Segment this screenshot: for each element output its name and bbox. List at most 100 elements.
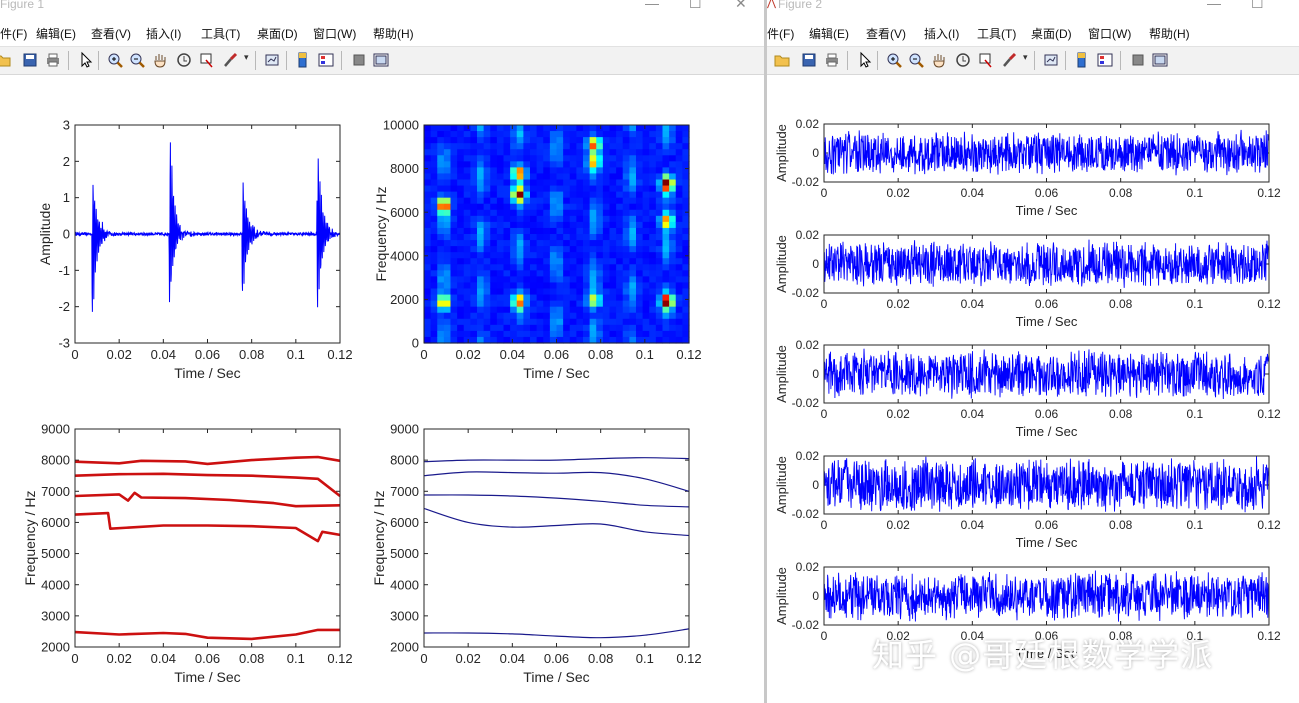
menu-item-7[interactable]: 帮助(H) (1149, 25, 1190, 42)
heatmap-cell (430, 294, 438, 302)
maximize-icon[interactable]: ☐ (1251, 0, 1264, 10)
open-file-icon[interactable] (773, 51, 791, 69)
brush-dropdown-icon[interactable]: ▾ (244, 52, 249, 63)
heatmap-cell (675, 215, 683, 223)
heatmap-cell (675, 234, 683, 241)
menu-item-1[interactable]: 编辑(E) (36, 25, 76, 42)
heatmap-cell (649, 173, 657, 181)
x-tick-label: 0.02 (107, 347, 132, 362)
heatmap-cell (629, 300, 637, 308)
menu-item-3[interactable]: 插入(I) (924, 25, 959, 42)
heatmap-cell (616, 282, 624, 290)
menu-item-3[interactable]: 插入(I) (146, 25, 181, 42)
heatmap-cell (536, 306, 544, 314)
menu-item-0[interactable]: 文件(F) (767, 25, 794, 42)
data-cursor-icon[interactable] (977, 51, 995, 69)
heatmap-cell (655, 191, 664, 199)
menu-item-2[interactable]: 查看(V) (866, 25, 906, 42)
menu-item-6[interactable]: 窗口(W) (1088, 25, 1131, 42)
data-cursor-icon[interactable] (198, 51, 216, 69)
pointer-icon[interactable] (856, 51, 874, 69)
rotate-3d-icon[interactable] (175, 51, 193, 69)
heatmap-cell (450, 185, 458, 193)
pan-hand-icon[interactable] (930, 51, 948, 69)
rotate-3d-icon[interactable] (954, 51, 972, 69)
minimize-icon[interactable]: — (645, 0, 659, 10)
heatmap-cell (457, 197, 465, 205)
heatmap-cell (523, 258, 531, 265)
maximize-icon[interactable]: ☐ (689, 0, 702, 10)
menu-item-1[interactable]: 编辑(E) (809, 25, 849, 42)
link-plot-icon[interactable] (1042, 51, 1060, 69)
menu-item-6[interactable]: 窗口(W) (313, 25, 356, 42)
menu-item-5[interactable]: 桌面(D) (1031, 25, 1072, 42)
pan-hand-icon[interactable] (151, 51, 169, 69)
print-icon[interactable] (44, 51, 62, 69)
legend-icon[interactable] (317, 51, 335, 69)
brush-icon[interactable] (1000, 51, 1018, 69)
zoom-out-icon[interactable] (128, 51, 146, 69)
heatmap-cell (463, 173, 471, 181)
heatmap-cell (450, 276, 458, 284)
heatmap-cell (549, 312, 558, 320)
heatmap-cell (516, 173, 524, 181)
heatmap-cell (622, 300, 630, 308)
colorbar-icon[interactable] (1073, 51, 1091, 69)
heatmap-cell (596, 227, 604, 235)
hide-plot-tools-icon[interactable] (350, 51, 368, 69)
heatmap-cell (483, 312, 491, 320)
heatmap-cell (576, 312, 584, 320)
save-icon[interactable] (800, 51, 818, 69)
heatmap-cell (483, 264, 491, 271)
heatmap-cell (596, 330, 604, 338)
show-plot-tools-icon[interactable] (1151, 51, 1169, 69)
heatmap-cell (636, 221, 644, 229)
zoom-out-icon[interactable] (907, 51, 925, 69)
heatmap-cell (523, 264, 531, 271)
heatmap-cell (496, 143, 505, 150)
legend-icon[interactable] (1096, 51, 1114, 69)
menu-item-5[interactable]: 桌面(D) (257, 25, 298, 42)
heatmap-cell (622, 191, 630, 199)
heatmap-cell (477, 252, 485, 259)
brush-dropdown-icon[interactable]: ▾ (1023, 52, 1028, 63)
show-plot-tools-icon[interactable] (372, 51, 390, 69)
heatmap-cell (457, 185, 465, 193)
menu-item-7[interactable]: 帮助(H) (373, 25, 414, 42)
heatmap-cell (655, 185, 664, 193)
heatmap-cell (430, 203, 438, 211)
heatmap-cell (563, 288, 571, 296)
heatmap-cell (549, 167, 558, 175)
heatmap-cell (629, 234, 637, 241)
menu-item-4[interactable]: 工具(T) (977, 25, 1016, 42)
link-plot-icon[interactable] (263, 51, 281, 69)
y-tick-label: 6000 (41, 515, 70, 530)
heatmap-cell (669, 203, 677, 211)
heatmap-cell (563, 155, 571, 162)
zoom-in-icon[interactable] (106, 51, 124, 69)
open-file-icon[interactable] (0, 51, 12, 69)
menu-item-2[interactable]: 查看(V) (91, 25, 131, 42)
heatmap-cell (470, 258, 478, 265)
menu-item-0[interactable]: 件(F) (0, 25, 27, 42)
heatmap-cell (530, 300, 538, 308)
heatmap-cell (503, 215, 511, 223)
colorbar-icon[interactable] (294, 51, 312, 69)
pointer-icon[interactable] (77, 51, 95, 69)
heatmap-cell (530, 143, 538, 150)
menu-item-4[interactable]: 工具(T) (201, 25, 240, 42)
close-icon[interactable]: ✕ (735, 0, 747, 10)
heatmap-cell (556, 149, 564, 156)
minimize-icon[interactable]: — (1207, 0, 1221, 10)
heatmap-cell (424, 209, 432, 217)
brush-icon[interactable] (221, 51, 239, 69)
hide-plot-tools-icon[interactable] (1129, 51, 1147, 69)
zoom-in-icon[interactable] (885, 51, 903, 69)
heatmap-cell (569, 137, 577, 144)
heatmap-cell (543, 234, 551, 241)
heatmap-cell (516, 209, 524, 217)
heatmap-cell (675, 227, 683, 235)
heatmap-cell (483, 330, 491, 338)
print-icon[interactable] (823, 51, 841, 69)
save-icon[interactable] (21, 51, 39, 69)
